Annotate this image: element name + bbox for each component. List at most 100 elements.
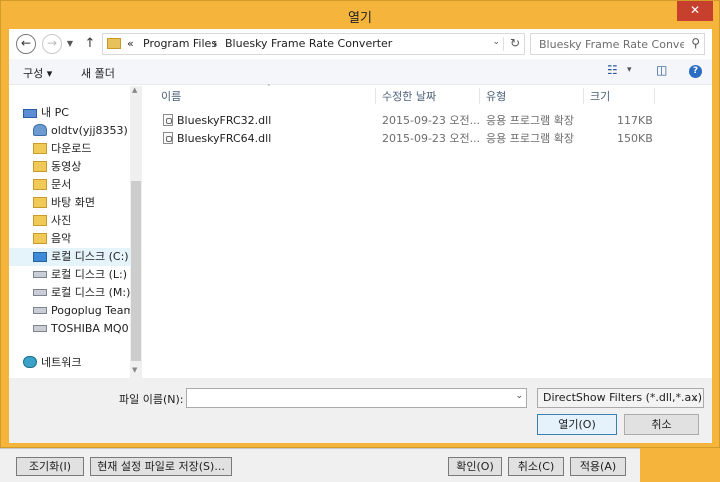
search-icon[interactable]: ⚲ [691, 36, 700, 50]
breadcrumb-program-files[interactable]: Program Files [143, 37, 217, 50]
chevron-down-icon[interactable]: ⌄ [515, 391, 523, 401]
tree-item-label: 사진 [51, 214, 72, 227]
organize-button[interactable]: 구성 ▾ [23, 65, 52, 81]
column-header-name[interactable]: 이름 [161, 88, 181, 106]
reset-button[interactable]: 조기화(I) [16, 457, 84, 476]
search-placeholder: Bluesky Frame Rate Converte... [539, 38, 684, 51]
tree-item-documents[interactable]: 문서 [33, 176, 142, 194]
address-bar[interactable]: « Program Files › Bluesky Frame Rate Con… [102, 33, 525, 55]
file-type-value: DirectShow Filters (*.dll,*.ax) [543, 391, 703, 404]
tree-item-toshiba[interactable]: TOSHIBA MQ01A [33, 320, 131, 338]
navigation-bar: ← → ▼ ↑ « Program Files › Bluesky Frame … [9, 29, 712, 59]
refresh-icon[interactable]: ↻ [510, 36, 520, 50]
table-row[interactable]: BlueskyFRC64.dll 2015-09-23 오전... 응용 프로그… [157, 130, 697, 148]
tree-item-label: 바탕 화면 [51, 196, 95, 209]
tree-item-label: 음악 [51, 232, 72, 245]
user-icon [33, 124, 47, 136]
filename-combobox[interactable]: ⌄ [186, 388, 527, 408]
file-date-cell: 2015-09-23 오전... [382, 132, 481, 145]
breadcrumb-overflow[interactable]: « [127, 37, 134, 50]
drive-icon [33, 271, 47, 278]
new-folder-button[interactable]: 새 폴더 [81, 65, 115, 81]
help-icon[interactable]: ? [689, 65, 702, 78]
tree-item-videos[interactable]: 동영상 [33, 158, 142, 176]
file-name-cell: BlueskyFRC32.dll [163, 112, 271, 130]
column-divider[interactable] [479, 88, 480, 104]
desktop-background [640, 448, 720, 482]
chevron-down-icon[interactable]: ⌄ [492, 37, 500, 47]
file-list: 이름 ˄ 수정한 날짜 유형 크기 BlueskyFRC32.dll 2015-… [151, 84, 712, 378]
chevron-down-icon[interactable]: ⌄ [691, 390, 699, 408]
tree-item-downloads[interactable]: 다운로드 [33, 140, 142, 158]
parent-cancel-button[interactable]: 취소(C) [508, 457, 564, 476]
drive-icon [33, 325, 47, 332]
column-header-date[interactable]: 수정한 날짜 [382, 88, 436, 106]
tree-item-music[interactable]: 음악 [33, 230, 142, 248]
scroll-down-icon[interactable]: ▼ [132, 366, 137, 374]
tree-item-label: 문서 [51, 178, 72, 191]
breadcrumb-bluesky[interactable]: Bluesky Frame Rate Converter [225, 37, 392, 50]
tree-item-label: 동영상 [51, 160, 82, 173]
parent-window-buttons: 조기화(I) 현재 설정 파일로 저장(S)... 확인(O) 취소(C) 적용… [0, 448, 640, 482]
file-name-cell: BlueskyFRC64.dll [163, 130, 271, 148]
save-settings-button[interactable]: 현재 설정 파일로 저장(S)... [90, 457, 232, 476]
scrollbar-thumb[interactable] [131, 181, 141, 361]
file-type-cell: 응용 프로그램 확장 [486, 132, 574, 145]
preview-pane-icon[interactable]: ◫ [656, 63, 667, 77]
tree-item-this-pc[interactable]: 내 PC [23, 104, 141, 122]
dialog-footer: 파일 이름(N): ⌄ DirectShow Filters (*.dll,*.… [9, 378, 712, 443]
file-type-select[interactable]: DirectShow Filters (*.dll,*.ax) ⌄ [537, 388, 704, 408]
tree-scrollbar[interactable]: ▲ ▼ [130, 86, 142, 378]
cancel-button[interactable]: 취소 [624, 414, 699, 435]
drive-icon [33, 252, 47, 262]
tree-item-pogoplug[interactable]: Pogoplug Team [33, 302, 142, 320]
network-icon [23, 356, 37, 368]
folder-icon [33, 179, 47, 190]
close-button[interactable]: ✕ [677, 1, 713, 21]
forward-button[interactable]: → [42, 34, 62, 54]
up-button[interactable]: ↑ [83, 34, 97, 54]
folder-icon [33, 143, 47, 154]
tree-item-label: 로컬 디스크 (C:) [51, 250, 129, 263]
tree-item-label: Pogoplug Team [51, 304, 135, 317]
folder-icon [33, 215, 47, 226]
tree-item-drive-m[interactable]: 로컬 디스크 (M:) [33, 284, 142, 302]
tree-item-drive-l[interactable]: 로컬 디스크 (L:) [33, 266, 142, 284]
search-box[interactable]: Bluesky Frame Rate Converte... ⚲ [530, 33, 705, 55]
column-header-size[interactable]: 크기 [590, 88, 610, 106]
scroll-up-icon[interactable]: ▲ [132, 86, 137, 94]
recent-locations-button[interactable]: ▼ [65, 34, 75, 54]
navigation-pane: 내 PC oldtv(yjj8353) 다운로드 동영상 문서 바탕 화면 사진… [9, 86, 142, 378]
open-dialog: 열기 ✕ ← → ▼ ↑ « Program Files › Bluesky F… [0, 0, 720, 448]
file-size-cell: 117KB [617, 114, 653, 127]
tree-item-label: 로컬 디스크 (L:) [51, 268, 128, 281]
table-row[interactable]: BlueskyFRC32.dll 2015-09-23 오전... 응용 프로그… [157, 112, 697, 130]
tree-item-pictures[interactable]: 사진 [33, 212, 142, 230]
breadcrumb-separator[interactable]: › [213, 37, 217, 50]
tree-item-drive-c[interactable]: 로컬 디스크 (C:) [9, 248, 131, 266]
tree-item-user[interactable]: oldtv(yjj8353) [33, 122, 142, 140]
folder-icon [33, 161, 47, 172]
command-toolbar: 구성 ▾ 새 폴더 ☷ ▾ ◫ ? [9, 59, 712, 85]
tree-item-network[interactable]: 네트워크 [23, 354, 141, 372]
chevron-down-icon[interactable]: ▾ [627, 65, 632, 75]
dll-file-icon [163, 114, 173, 126]
column-divider[interactable] [654, 88, 655, 104]
ok-button[interactable]: 확인(O) [448, 457, 502, 476]
tree-item-desktop[interactable]: 바탕 화면 [33, 194, 142, 212]
back-button[interactable]: ← [16, 34, 36, 54]
title-bar[interactable]: 열기 ✕ [1, 1, 719, 29]
tree-item-label: 내 PC [41, 106, 69, 119]
column-divider[interactable] [375, 88, 376, 104]
file-date-cell: 2015-09-23 오전... [382, 114, 481, 127]
folder-icon [33, 197, 47, 208]
apply-button[interactable]: 적용(A) [570, 457, 626, 476]
column-divider[interactable] [583, 88, 584, 104]
file-type-cell: 응용 프로그램 확장 [486, 114, 574, 127]
tree-item-label: 네트워크 [41, 356, 82, 369]
column-header-type[interactable]: 유형 [486, 88, 506, 106]
dialog-client: ← → ▼ ↑ « Program Files › Bluesky Frame … [9, 29, 712, 443]
open-button[interactable]: 열기(O) [537, 414, 617, 435]
tree-item-label: 로컬 디스크 (M:) [51, 286, 131, 299]
view-options-icon[interactable]: ☷ [607, 63, 618, 77]
